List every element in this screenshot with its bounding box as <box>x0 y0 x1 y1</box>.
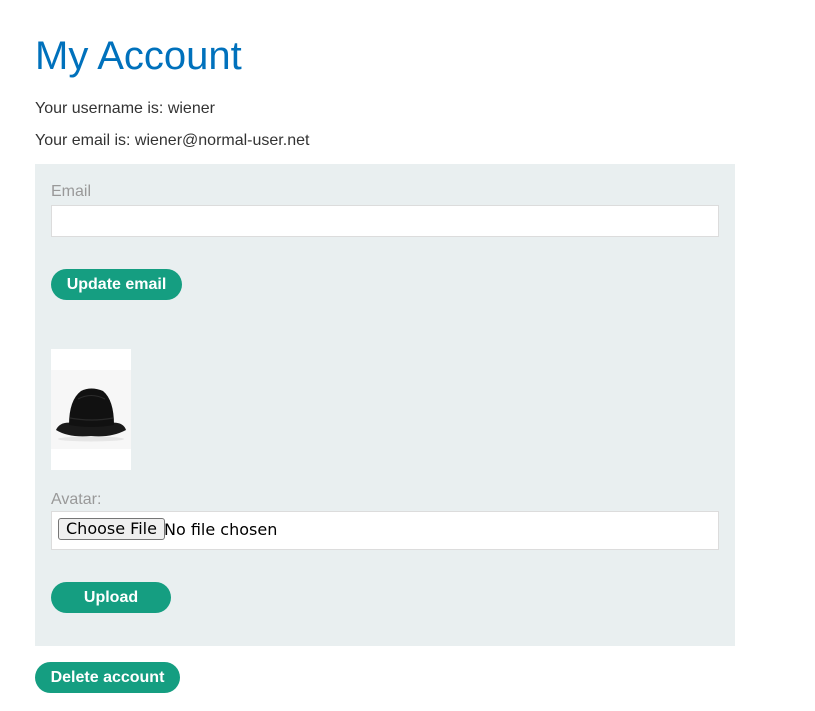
email-input[interactable] <box>51 205 719 237</box>
username-text: Your username is: wiener <box>35 100 215 117</box>
update-email-button[interactable]: Update email <box>51 269 182 300</box>
avatar-image <box>51 349 131 470</box>
email-label: Email <box>51 183 92 200</box>
file-status-text: No file chosen <box>164 520 278 539</box>
page-title: My Account <box>35 34 242 78</box>
email-text: Your email is: wiener@normal-user.net <box>35 132 310 149</box>
avatar-file-input[interactable]: Choose File No file chosen <box>51 511 719 550</box>
account-settings-panel: Email Update email Avatar: Choose File N… <box>35 164 735 646</box>
upload-button[interactable]: Upload <box>51 582 171 613</box>
delete-account-button[interactable]: Delete account <box>35 662 180 693</box>
bucket-hat-image <box>51 370 131 449</box>
choose-file-button[interactable]: Choose File <box>58 518 165 540</box>
account-page: My Account Your username is: wiener Your… <box>0 0 815 711</box>
avatar-label: Avatar: <box>51 491 102 508</box>
